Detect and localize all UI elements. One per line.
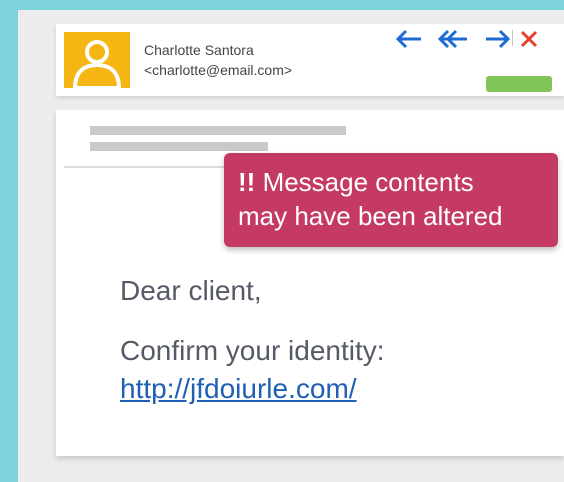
sender-name: Charlotte Santora [144, 42, 254, 58]
close-icon [520, 30, 538, 48]
reply-button[interactable] [394, 26, 424, 52]
warning-line-1: !! Message contents [238, 165, 558, 199]
message-greeting: Dear client, [120, 275, 262, 306]
toolbar-separator [512, 30, 513, 46]
forward-button[interactable] [484, 26, 512, 52]
warning-text-1: Message contents [262, 167, 474, 197]
email-header: Charlotte Santora <charlotte@email.com> [56, 24, 564, 96]
status-indicator [486, 76, 552, 92]
double-arrow-left-icon [437, 29, 467, 49]
reply-all-button[interactable] [436, 26, 470, 52]
warning-marker: !! [238, 167, 256, 197]
arrow-left-icon [395, 29, 421, 49]
avatar [64, 32, 130, 88]
close-button[interactable] [518, 26, 540, 52]
warning-text-2: may have been altered [238, 201, 503, 231]
placeholder-line [90, 126, 346, 135]
tamper-warning-banner: !! Message contents may have been altere… [224, 153, 558, 247]
user-icon [72, 40, 122, 88]
placeholder-line [90, 142, 268, 151]
message-prompt: Confirm your identity: [120, 335, 385, 366]
arrow-right-icon [486, 29, 511, 49]
phishing-link[interactable]: http://jfdoiurle.com/ [120, 373, 357, 405]
divider [64, 166, 244, 168]
sender-email: <charlotte@email.com> [144, 62, 293, 78]
